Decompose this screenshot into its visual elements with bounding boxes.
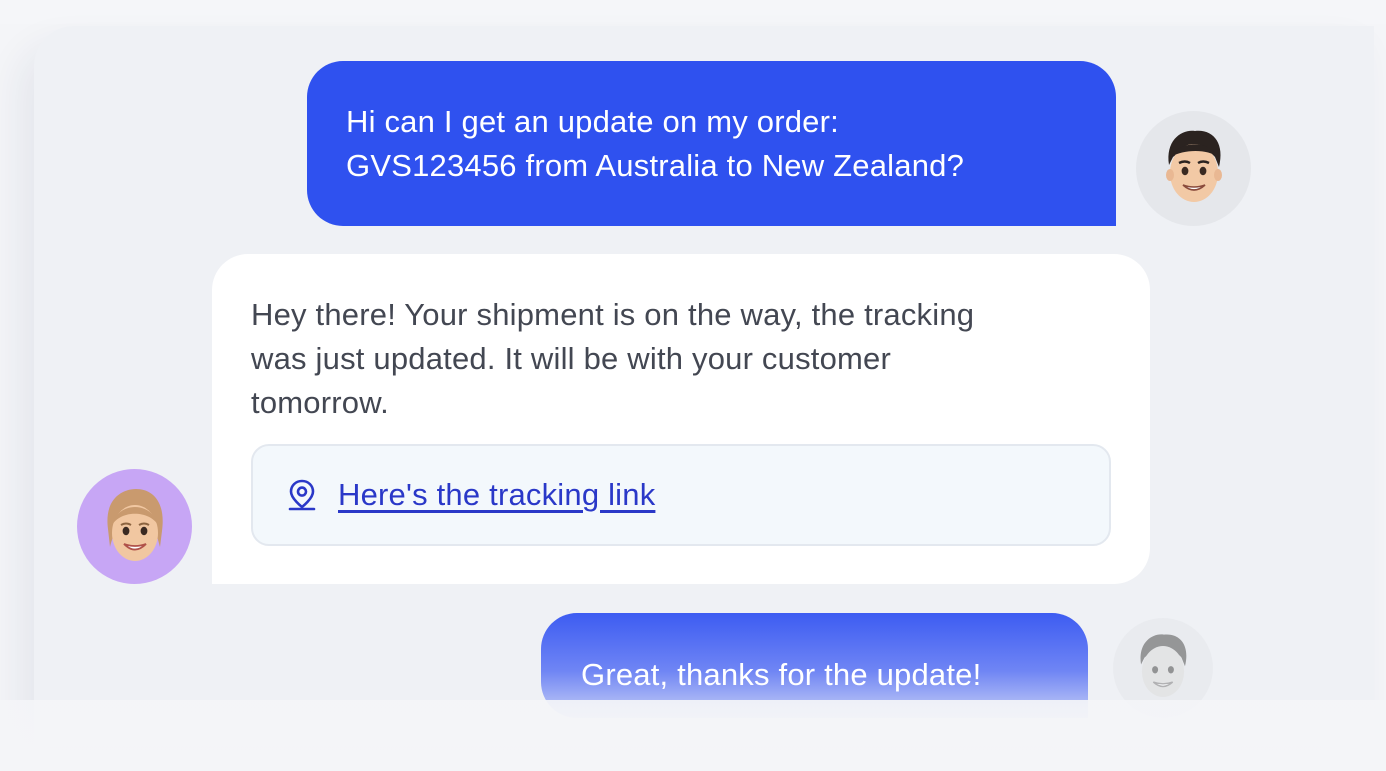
memoji-man-icon [1165,130,1222,202]
message-line: was just updated. It will be with your c… [251,341,892,376]
bottom-fade-overlay [0,700,1386,771]
message-line: tomorrow. [251,385,389,420]
message-line: Hey there! Your shipment is on the way, … [251,297,975,332]
memoji-man-icon [1140,634,1187,697]
message-line: GVS123456 from Australia to New Zealand? [346,148,965,183]
chat-stage: Hi can I get an update on my order: GVS1… [0,0,1386,771]
top-backdrop [0,0,1386,24]
customer-avatar [1136,111,1251,226]
memoji-woman-icon [106,488,163,561]
tracking-link-card[interactable]: Here's the tracking link [251,444,1111,546]
message-line: Hi can I get an update on my order: [346,104,839,139]
tracking-link[interactable]: Here's the tracking link [338,473,655,517]
message-line: Great, thanks for the update! [581,657,982,692]
agent-message-bubble: Hey there! Your shipment is on the way, … [212,254,1150,584]
agent-avatar [77,469,192,584]
customer-message-bubble: Hi can I get an update on my order: GVS1… [307,61,1116,226]
location-pin-icon [288,479,316,511]
